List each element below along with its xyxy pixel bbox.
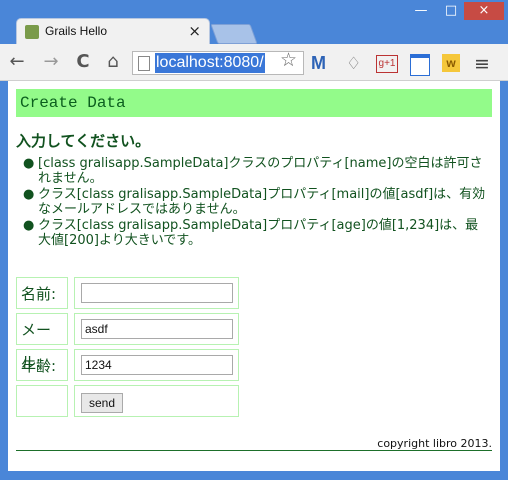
error-item: ● クラス[class gralisapp.SampleData]プロパティ[ag… (23, 218, 488, 248)
name-label: 名前: (16, 277, 68, 309)
error-list: ● [class gralisapp.SampleData]クラスのプロパティ[n… (23, 156, 488, 249)
title-bar: Grails Hello × — □ × (0, 0, 508, 45)
maximize-button[interactable]: □ (436, 2, 466, 20)
submit-row: send (16, 385, 240, 419)
menu-icon[interactable]: ≡ (474, 53, 490, 75)
error-text: クラス[class gralisapp.SampleData]プロパティ[mai… (38, 187, 486, 217)
error-text: クラス[class gralisapp.SampleData]プロパティ[age… (38, 218, 479, 248)
url-text[interactable]: localhost:8080/ (155, 53, 265, 73)
page-header: Create Data (16, 89, 492, 117)
age-row: 年齢: 1234 (16, 349, 240, 383)
browser-window: Grails Hello × — □ × ← → C ⌂ localhost:8… (0, 0, 508, 480)
name-input[interactable] (81, 283, 233, 303)
gmail-icon[interactable]: M (311, 53, 326, 74)
minimize-button[interactable]: — (406, 2, 436, 20)
tab-title: Grails Hello (45, 24, 108, 38)
mail-cell: asdf (74, 313, 239, 345)
calendar-icon[interactable] (410, 54, 430, 76)
close-tab-icon[interactable]: × (188, 22, 201, 40)
error-item: ● クラス[class gralisapp.SampleData]プロパティ[ma… (23, 187, 488, 217)
error-item: ● [class gralisapp.SampleData]クラスのプロパティ[n… (23, 156, 488, 186)
close-window-button[interactable]: × (464, 2, 504, 20)
forward-button[interactable]: → (40, 52, 62, 72)
name-row: 名前: (16, 277, 240, 311)
age-label: 年齢: (16, 349, 68, 381)
submit-cell: send (74, 385, 239, 417)
name-cell (74, 277, 239, 309)
mail-label: メール: (16, 313, 68, 371)
footer-divider (16, 450, 492, 451)
page-icon (138, 56, 150, 71)
mail-input[interactable]: asdf (81, 319, 233, 339)
error-text: [class gralisapp.SampleData]クラスのプロパティ[na… (38, 156, 483, 186)
bullet-icon: ● (23, 156, 35, 171)
extension-w-icon[interactable]: w (442, 54, 460, 72)
home-button[interactable]: ⌂ (102, 52, 124, 72)
grails-icon (25, 25, 39, 39)
bullet-icon: ● (23, 218, 35, 233)
age-cell: 1234 (74, 349, 239, 381)
send-button[interactable]: send (81, 393, 123, 413)
address-bar[interactable]: localhost:8080/ (132, 51, 304, 75)
footer-copyright: copyright libro 2013. (377, 437, 492, 450)
empty-label-cell (16, 385, 68, 417)
back-button[interactable]: ← (6, 52, 28, 72)
age-input[interactable]: 1234 (81, 355, 233, 375)
mail-row: メール: asdf (16, 313, 240, 371)
new-tab-button[interactable] (210, 24, 258, 44)
page-content: Create Data 入力してください。 ● [class gralisapp.… (8, 81, 500, 471)
instruction-text: 入力してください。 (16, 132, 151, 150)
google-plus-icon[interactable]: g+1 (376, 55, 398, 73)
notification-icon[interactable]: ♢ (346, 54, 361, 74)
browser-tab[interactable]: Grails Hello × (16, 18, 210, 45)
bullet-icon: ● (23, 187, 35, 202)
browser-toolbar: ← → C ⌂ localhost:8080/ ☆ M ♢ g+1 w ≡ (0, 44, 508, 81)
page-title: Create Data (20, 94, 126, 112)
star-icon[interactable]: ☆ (280, 49, 297, 71)
reload-button[interactable]: C (72, 52, 94, 72)
